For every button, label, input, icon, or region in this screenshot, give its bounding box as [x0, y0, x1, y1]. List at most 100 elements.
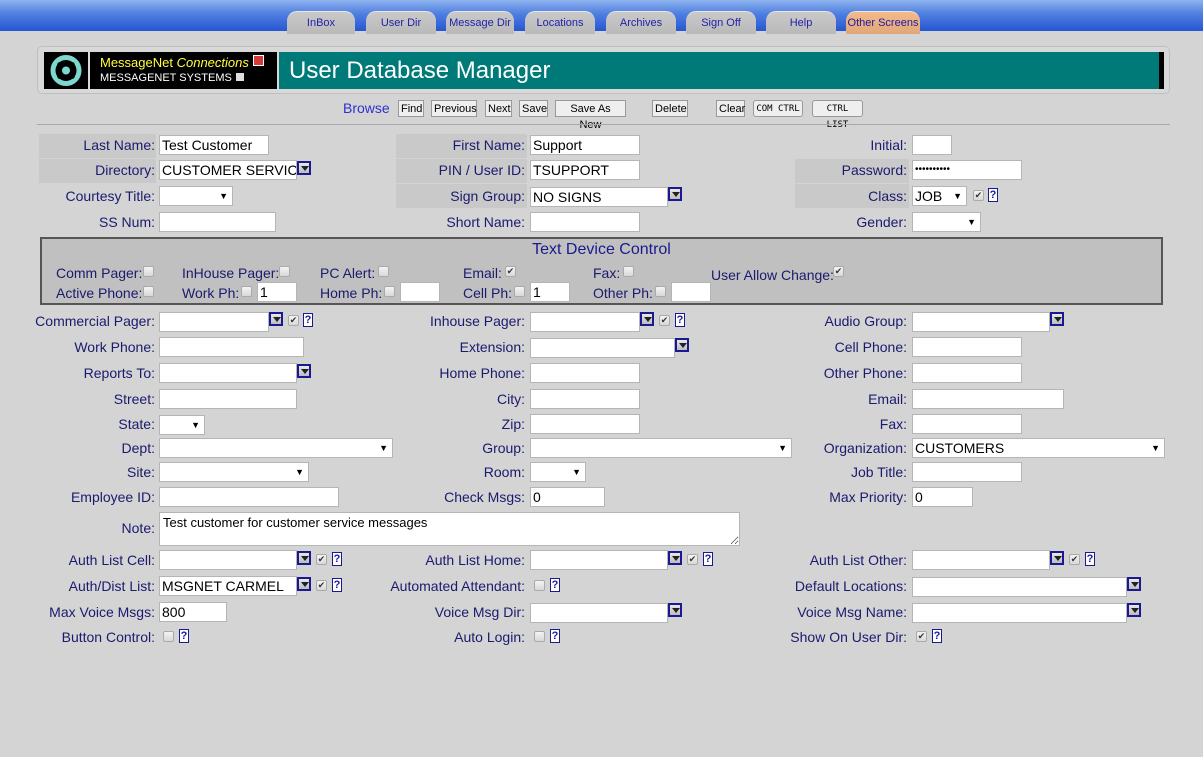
- auth-list-cell-checkbox[interactable]: ✔: [316, 554, 327, 565]
- inhouse-pager-checkbox[interactable]: [279, 266, 290, 277]
- voice-msg-name-dropdown-icon[interactable]: [1127, 603, 1141, 617]
- commercial-pager-help-icon[interactable]: ?: [303, 313, 313, 327]
- cell-phone-input[interactable]: [912, 337, 1022, 357]
- inhouse-pager-input[interactable]: [530, 312, 640, 332]
- zip-input[interactable]: [530, 414, 640, 434]
- auth-dist-list-help-icon[interactable]: ?: [332, 578, 342, 592]
- delete-button[interactable]: Delete: [652, 100, 688, 117]
- save-button[interactable]: Save: [519, 100, 548, 117]
- ss-num-input[interactable]: [159, 212, 276, 232]
- automated-attendant-checkbox[interactable]: [534, 580, 545, 591]
- save-as-new-button[interactable]: Save As New: [555, 100, 626, 131]
- auto-login-help-icon[interactable]: ?: [550, 629, 560, 643]
- tab-archives[interactable]: Archives: [606, 11, 676, 34]
- max-voice-msgs-input[interactable]: 800: [159, 602, 227, 622]
- work-ph-checkbox[interactable]: [241, 286, 252, 297]
- inhouse-pager-dropdown-icon[interactable]: [640, 312, 654, 326]
- tab-inbox[interactable]: InBox: [287, 11, 355, 34]
- cell-ph-input[interactable]: 1: [530, 282, 570, 302]
- pc-alert-checkbox[interactable]: [378, 266, 389, 277]
- auth-list-cell-input[interactable]: [159, 550, 297, 570]
- max-priority-input[interactable]: 0: [912, 487, 973, 507]
- employee-id-input[interactable]: [159, 487, 339, 507]
- automated-attendant-help-icon[interactable]: ?: [550, 578, 560, 592]
- voice-msg-name-input[interactable]: [912, 603, 1127, 623]
- auth-list-cell-help-icon[interactable]: ?: [332, 552, 342, 566]
- work-ph-input[interactable]: 1: [257, 282, 297, 302]
- home-ph-input[interactable]: [400, 282, 440, 302]
- sign-group-dropdown-icon[interactable]: [668, 187, 682, 201]
- organization-select[interactable]: CUSTOMERS ▼: [912, 438, 1165, 458]
- group-select[interactable]: ▼: [530, 438, 792, 458]
- extension-dropdown-icon[interactable]: [675, 338, 689, 352]
- button-control-checkbox[interactable]: [163, 631, 174, 642]
- room-select[interactable]: ▼: [530, 462, 586, 482]
- class-checkbox[interactable]: ✔: [973, 190, 984, 201]
- gender-select[interactable]: ▼: [912, 212, 981, 232]
- auth-list-other-dropdown-icon[interactable]: [1050, 551, 1064, 565]
- fax-device-checkbox[interactable]: [623, 266, 634, 277]
- other-ph-input[interactable]: [671, 282, 711, 302]
- initial-input[interactable]: [912, 135, 952, 155]
- sign-group-input[interactable]: NO SIGNS: [530, 187, 668, 207]
- check-msgs-input[interactable]: 0: [530, 487, 605, 507]
- next-button[interactable]: Next: [485, 100, 512, 117]
- extension-input[interactable]: [530, 338, 675, 358]
- default-locations-input[interactable]: [912, 577, 1127, 597]
- first-name-input[interactable]: Support: [530, 135, 640, 155]
- reports-to-input[interactable]: [159, 363, 297, 383]
- active-phone-checkbox[interactable]: [143, 286, 154, 297]
- commercial-pager-checkbox[interactable]: ✔: [288, 315, 299, 326]
- show-on-user-dir-help-icon[interactable]: ?: [932, 629, 942, 643]
- cell-ph-checkbox[interactable]: [514, 286, 525, 297]
- user-allow-change-checkbox[interactable]: ✔: [833, 266, 844, 277]
- tab-sign-off[interactable]: Sign Off: [686, 11, 756, 34]
- short-name-input[interactable]: [530, 212, 640, 232]
- other-phone-input[interactable]: [912, 363, 1022, 383]
- find-button[interactable]: Find: [398, 100, 424, 117]
- com-ctrl-button[interactable]: COM CTRL: [753, 100, 803, 117]
- street-input[interactable]: [159, 389, 297, 409]
- ctrl-list-button[interactable]: CTRL LIST: [812, 100, 863, 130]
- auth-list-home-help-icon[interactable]: ?: [703, 552, 713, 566]
- work-phone-input[interactable]: [159, 337, 304, 357]
- auth-list-home-input[interactable]: [530, 550, 668, 570]
- show-on-user-dir-checkbox[interactable]: ✔: [916, 631, 927, 642]
- class-help-icon[interactable]: ?: [988, 188, 998, 202]
- auth-list-other-checkbox[interactable]: ✔: [1069, 554, 1080, 565]
- job-title-input[interactable]: [912, 462, 1022, 482]
- button-control-help-icon[interactable]: ?: [179, 629, 189, 643]
- fax-input[interactable]: [912, 414, 1022, 434]
- email-input[interactable]: [912, 389, 1064, 409]
- tab-locations[interactable]: Locations: [525, 11, 595, 34]
- default-locations-dropdown-icon[interactable]: [1127, 577, 1141, 591]
- reports-to-dropdown-icon[interactable]: [297, 364, 311, 378]
- voice-msg-dir-dropdown-icon[interactable]: [668, 603, 682, 617]
- note-textarea[interactable]: Test customer for customer service messa…: [159, 512, 740, 546]
- auth-list-cell-dropdown-icon[interactable]: [297, 551, 311, 565]
- auth-dist-list-checkbox[interactable]: ✔: [316, 580, 327, 591]
- auth-list-home-dropdown-icon[interactable]: [668, 551, 682, 565]
- tab-help[interactable]: Help: [766, 11, 836, 34]
- comm-pager-checkbox[interactable]: [143, 266, 154, 277]
- voice-msg-dir-input[interactable]: [530, 603, 668, 623]
- inhouse-pager-field-checkbox[interactable]: ✔: [659, 315, 670, 326]
- other-ph-checkbox[interactable]: [655, 286, 666, 297]
- auth-dist-list-input[interactable]: MSGNET CARMEL: [159, 576, 297, 596]
- directory-dropdown-icon[interactable]: [297, 161, 311, 175]
- site-select[interactable]: ▼: [159, 462, 309, 482]
- tab-message-dir[interactable]: Message Dir: [446, 11, 514, 34]
- courtesy-title-select[interactable]: ▼: [159, 186, 233, 206]
- dropdown-square-icon[interactable]: [235, 73, 244, 81]
- previous-button[interactable]: Previous: [431, 100, 477, 117]
- brand-box[interactable]: MessageNet Connections MESSAGENET SYSTEM…: [90, 52, 277, 89]
- password-input[interactable]: ••••••••••: [912, 160, 1022, 180]
- inhouse-pager-help-icon[interactable]: ?: [675, 313, 685, 327]
- city-input[interactable]: [530, 389, 640, 409]
- external-link-icon[interactable]: [252, 55, 264, 66]
- commercial-pager-dropdown-icon[interactable]: [269, 312, 283, 326]
- tab-user-dir[interactable]: User Dir: [366, 11, 436, 34]
- commercial-pager-input[interactable]: [159, 312, 269, 332]
- email-device-checkbox[interactable]: ✔: [505, 266, 516, 277]
- audio-group-input[interactable]: [912, 312, 1050, 332]
